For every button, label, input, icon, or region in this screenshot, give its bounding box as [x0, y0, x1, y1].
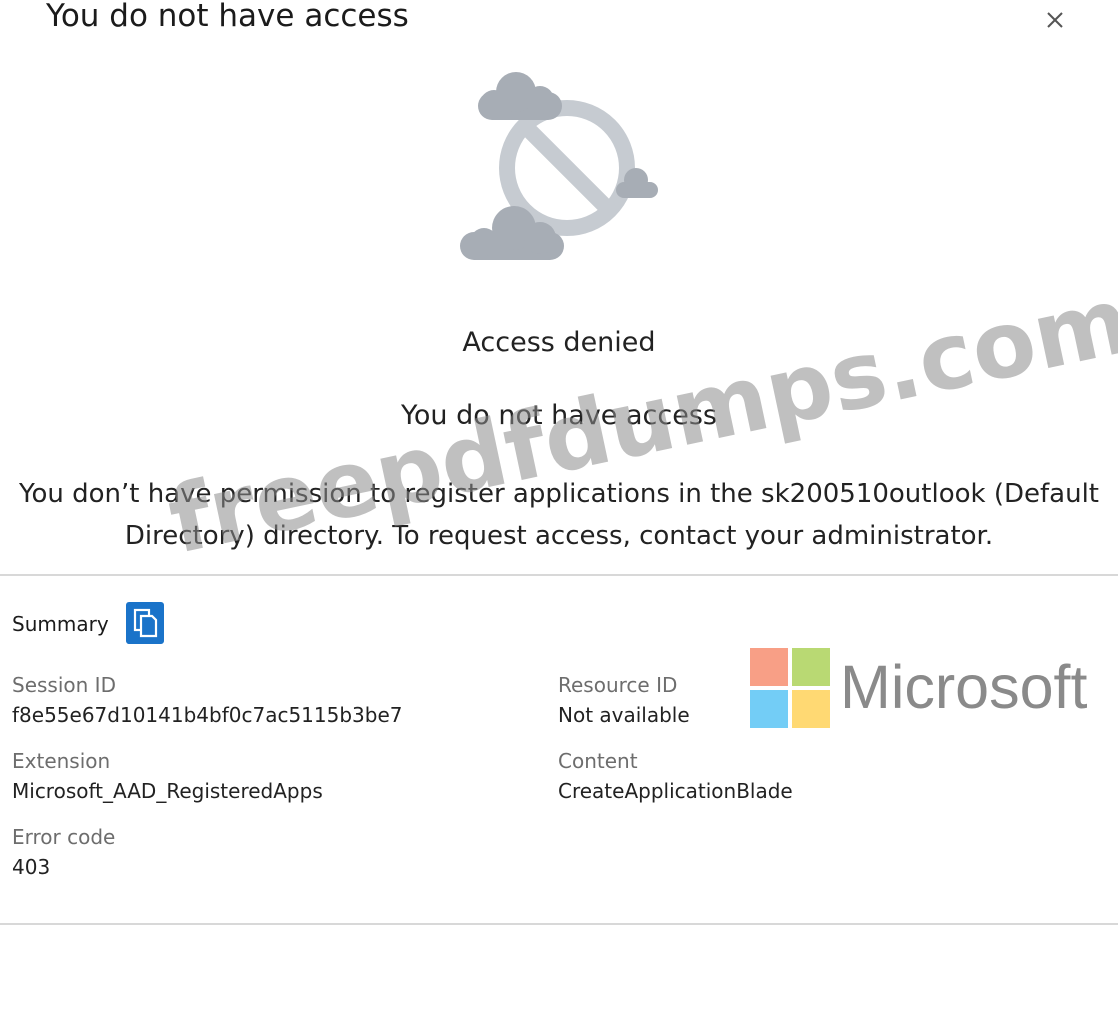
access-denied-icon — [460, 72, 658, 260]
session-id-label: Session ID — [12, 673, 116, 697]
microsoft-logo-blue-square — [750, 690, 788, 728]
access-denied-blade: You do not have access Access denied You… — [0, 0, 1118, 1010]
resource-id-value: Not available — [558, 703, 690, 727]
close-icon — [1047, 12, 1063, 28]
content-value: CreateApplicationBlade — [558, 779, 793, 803]
error-code-label: Error code — [12, 825, 116, 849]
microsoft-logo-yellow-square — [792, 690, 830, 728]
extension-label: Extension — [12, 749, 111, 773]
microsoft-logo — [750, 648, 832, 730]
blade-title: You do not have access — [46, 0, 409, 34]
summary-top-divider — [0, 574, 1118, 576]
summary-bottom-divider — [0, 923, 1118, 925]
permission-message: You don’t have permission to register ap… — [0, 473, 1118, 557]
copy-icon — [133, 608, 158, 638]
microsoft-wordmark: Microsoft — [840, 653, 1088, 721]
permission-message-line-2: Directory) directory. To request access,… — [124, 521, 994, 551]
access-denied-illustration — [454, 70, 664, 266]
copy-summary-button[interactable] — [126, 602, 164, 644]
microsoft-logo-red-square — [750, 648, 788, 686]
extension-value: Microsoft_AAD_RegisteredApps — [12, 779, 323, 803]
close-button[interactable] — [1041, 6, 1069, 34]
content-label: Content — [558, 749, 638, 773]
permission-message-line-1: You don’t have permission to register ap… — [19, 479, 1099, 509]
access-denied-heading: Access denied — [462, 327, 656, 358]
microsoft-logo-green-square — [792, 648, 830, 686]
error-code-value: 403 — [12, 855, 51, 879]
session-id-value: f8e55e67d10141b4bf0c7ac5115b3be7 — [12, 703, 403, 727]
summary-label: Summary — [12, 612, 109, 636]
resource-id-label: Resource ID — [558, 673, 678, 697]
access-subheading: You do not have access — [401, 400, 717, 431]
